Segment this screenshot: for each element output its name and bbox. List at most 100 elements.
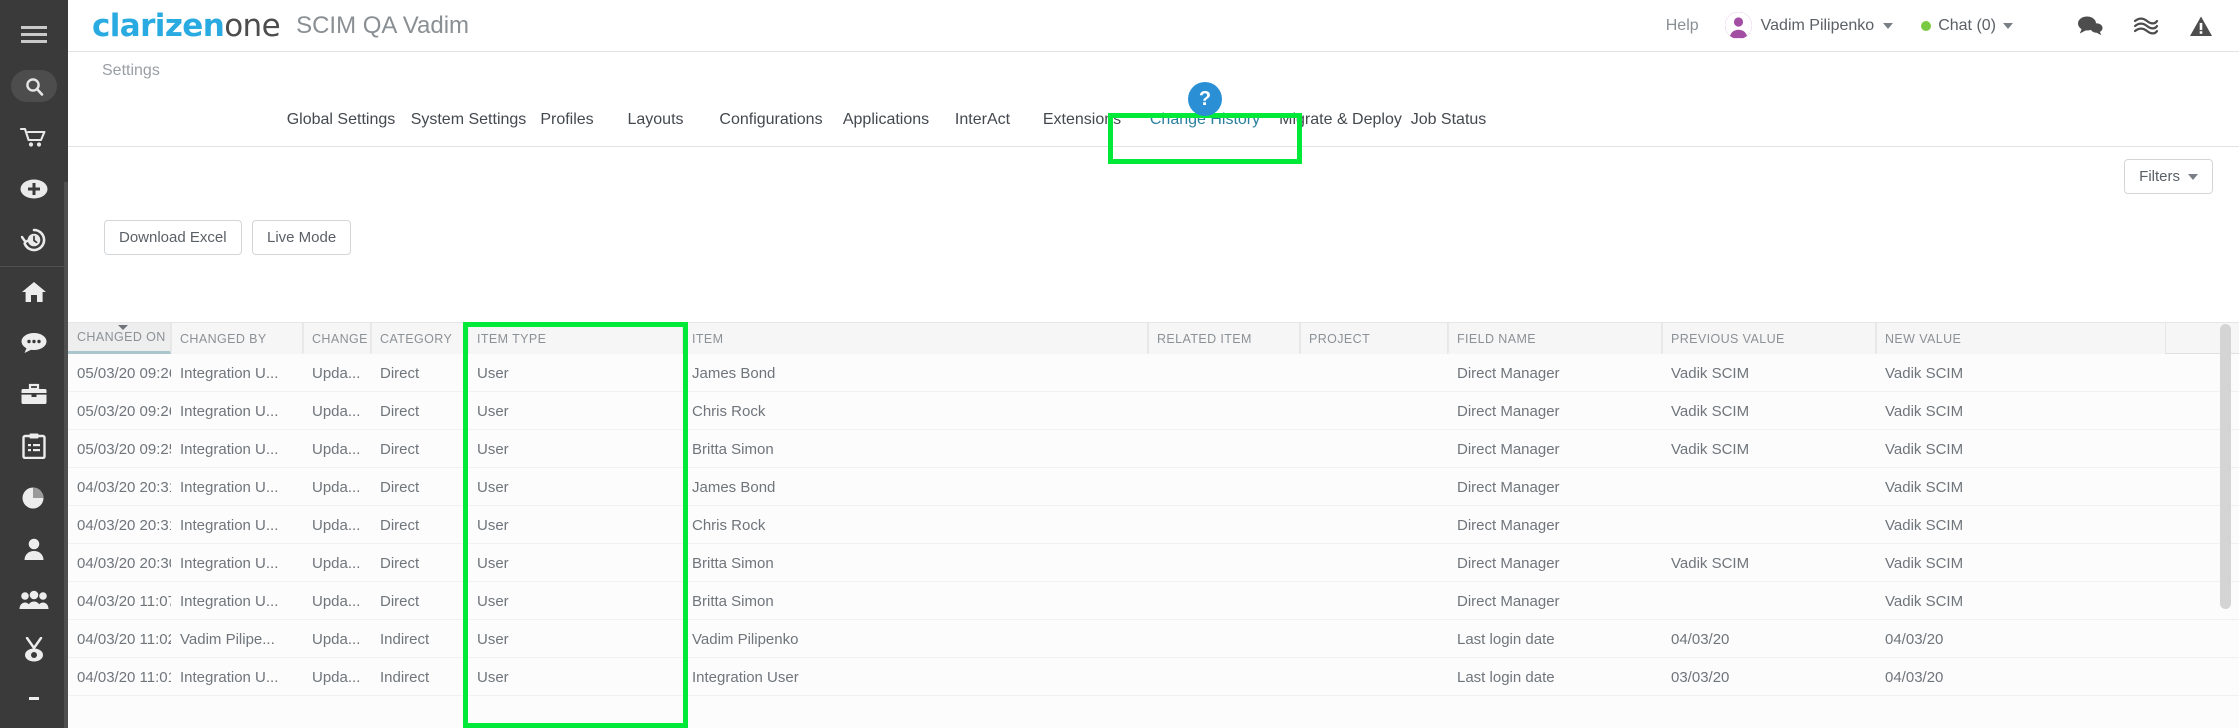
- cell-changed-by: Integration U...: [180, 668, 279, 686]
- grid-header-item[interactable]: ITEM: [683, 323, 1148, 354]
- add-icon[interactable]: [0, 163, 68, 214]
- cell-project: [1300, 392, 1448, 430]
- work-briefcase-icon[interactable]: [0, 369, 68, 420]
- search-pill[interactable]: [11, 70, 57, 103]
- cell-changed-on: 05/03/20 09:25: [77, 440, 171, 458]
- tab-system-settings[interactable]: System Settings: [409, 92, 528, 147]
- alerts-icon[interactable]: [2189, 15, 2213, 37]
- user-name: Vadim Pilipenko: [1760, 16, 1875, 34]
- comments-icon[interactable]: [2077, 15, 2103, 37]
- grid-header-changed-by[interactable]: CHANGED BY: [171, 323, 303, 354]
- brand-logo[interactable]: clarizen one: [92, 8, 281, 44]
- breadcrumb-bar: Settings: [68, 52, 2239, 92]
- cell-new-value: Vadik SCIM: [1885, 478, 1964, 496]
- cell-category: Indirect: [380, 630, 430, 648]
- tab-global-settings[interactable]: Global Settings: [282, 92, 400, 147]
- table-row[interactable]: 04/03/20 20:30 Integration U... Upda... Dir…: [68, 544, 2239, 582]
- tab-layouts[interactable]: Layouts: [624, 92, 687, 147]
- rail-overflow-icon[interactable]: [0, 677, 68, 728]
- cell-changed-by: Integration U...: [180, 516, 279, 534]
- cell-project: [1300, 544, 1448, 582]
- cell-project: [1300, 430, 1448, 468]
- download-excel-button[interactable]: Download Excel: [104, 220, 242, 255]
- grid-header-new-value[interactable]: NEW VALUE: [1876, 323, 2166, 354]
- cell-new-value: 04/03/20: [1885, 630, 1944, 648]
- home-icon[interactable]: [0, 267, 68, 318]
- filters-button[interactable]: Filters: [2124, 159, 2213, 194]
- cell-related-item: [1148, 582, 1300, 620]
- table-row[interactable]: 04/03/20 20:31 Integration U... Upda... Dir…: [68, 506, 2239, 544]
- tab-configurations[interactable]: Configurations: [715, 92, 827, 147]
- cell-field-name: Direct Manager: [1457, 554, 1560, 572]
- table-row[interactable]: 04/03/20 20:31 Integration U... Upda... Dir…: [68, 468, 2239, 506]
- cell-new-value: Vadik SCIM: [1885, 554, 1964, 572]
- grid-vertical-scrollbar[interactable]: [2220, 324, 2231, 609]
- tab-extensions[interactable]: Extensions: [1038, 92, 1126, 147]
- cell-previous-value: [1662, 468, 1876, 506]
- feed-icon[interactable]: [2133, 15, 2159, 37]
- grid-header-related-item[interactable]: RELATED ITEM: [1148, 323, 1300, 354]
- column-divider: [468, 323, 469, 353]
- grid-header-label: CHANGED BY: [180, 331, 267, 346]
- table-row[interactable]: 04/03/20 11:07 Integration U... Upda... Dir…: [68, 582, 2239, 620]
- rail-scrollbar[interactable]: [64, 182, 68, 728]
- cell-change: Upda...: [312, 668, 361, 686]
- column-divider: [1300, 323, 1301, 353]
- grid-header-item-type[interactable]: ITEM TYPE: [468, 323, 683, 354]
- breadcrumb[interactable]: Settings: [102, 62, 160, 80]
- menu-hamburger-icon[interactable]: [0, 9, 68, 60]
- cart-icon[interactable]: [0, 112, 68, 163]
- left-sidebar: [0, 0, 68, 728]
- cell-item-type: User: [477, 592, 509, 610]
- cell-item: Vadim Pilipenko: [692, 630, 799, 648]
- person-icon[interactable]: [0, 523, 68, 574]
- grid-header-change[interactable]: CHANGE: [303, 323, 371, 354]
- grid-header-previous-value[interactable]: PREVIOUS VALUE: [1662, 323, 1876, 354]
- goals-medal-icon[interactable]: [0, 625, 68, 676]
- grid-header-changed-on[interactable]: CHANGED ON: [68, 323, 171, 354]
- grid-header-project[interactable]: PROJECT: [1300, 323, 1448, 354]
- table-row[interactable]: 05/03/20 09:25 Integration U... Upda... Dir…: [68, 430, 2239, 468]
- cell-category: Direct: [380, 478, 420, 496]
- cell-related-item: [1148, 468, 1300, 506]
- grid-header-category[interactable]: CATEGORY: [371, 323, 468, 354]
- tab-label: Job Status: [1410, 110, 1487, 128]
- user-menu[interactable]: Vadim Pilipenko: [1724, 12, 1894, 39]
- cell-change: Upda...: [312, 630, 361, 648]
- discussions-icon[interactable]: [0, 318, 68, 369]
- top-header: clarizen one SCIM QA Vadim Help Vadim Pil…: [68, 0, 2239, 52]
- live-mode-button[interactable]: Live Mode: [252, 220, 352, 255]
- search-icon[interactable]: [0, 61, 68, 112]
- cell-related-item: [1148, 658, 1300, 696]
- cell-previous-value: Vadik SCIM: [1671, 364, 1750, 382]
- cell-changed-on: 04/03/20 20:31: [77, 478, 171, 496]
- grid-header-label: FIELD NAME: [1457, 331, 1537, 346]
- grid-header-field-name[interactable]: FIELD NAME: [1448, 323, 1662, 354]
- recent-history-icon[interactable]: [0, 214, 68, 265]
- reports-piechart-icon[interactable]: [0, 472, 68, 523]
- teams-people-icon[interactable]: [0, 574, 68, 625]
- cell-field-name: Direct Manager: [1457, 364, 1560, 382]
- cell-field-name: Direct Manager: [1457, 478, 1560, 496]
- tab-interact[interactable]: InterAct: [950, 92, 1015, 147]
- cell-item: Britta Simon: [692, 592, 774, 610]
- table-row[interactable]: 04/03/20 11:02 Vadim Pilipe... Upda... Indi…: [68, 620, 2239, 658]
- cell-item-type: User: [477, 630, 509, 648]
- tab-applications[interactable]: Applications: [838, 92, 934, 147]
- tab-migrate-deploy[interactable]: Migrate & Deploy: [1275, 92, 1406, 147]
- table-row[interactable]: 05/03/20 09:26 Integration U... Upda... Dir…: [68, 354, 2239, 392]
- cell-changed-on: 05/03/20 09:26: [77, 364, 171, 382]
- tasks-clipboard-icon[interactable]: [0, 420, 68, 471]
- grid-header-label: ITEM: [692, 331, 724, 346]
- column-divider: [303, 323, 304, 353]
- table-row[interactable]: 04/03/20 11:01 Integration U... Upda... Ind…: [68, 658, 2239, 696]
- cell-item-type: User: [477, 478, 509, 496]
- help-link[interactable]: Help: [1666, 17, 1699, 35]
- help-badge-icon[interactable]: ?: [1188, 82, 1222, 116]
- tab-profiles[interactable]: Profiles: [536, 92, 598, 147]
- chat-menu[interactable]: Chat (0): [1921, 17, 2013, 35]
- cell-field-name: Direct Manager: [1457, 516, 1560, 534]
- table-row[interactable]: 05/03/20 09:26 Integration U... Upda... Dir…: [68, 392, 2239, 430]
- tab-job-status[interactable]: Job Status: [1408, 92, 1489, 147]
- cell-changed-by: Integration U...: [180, 364, 279, 382]
